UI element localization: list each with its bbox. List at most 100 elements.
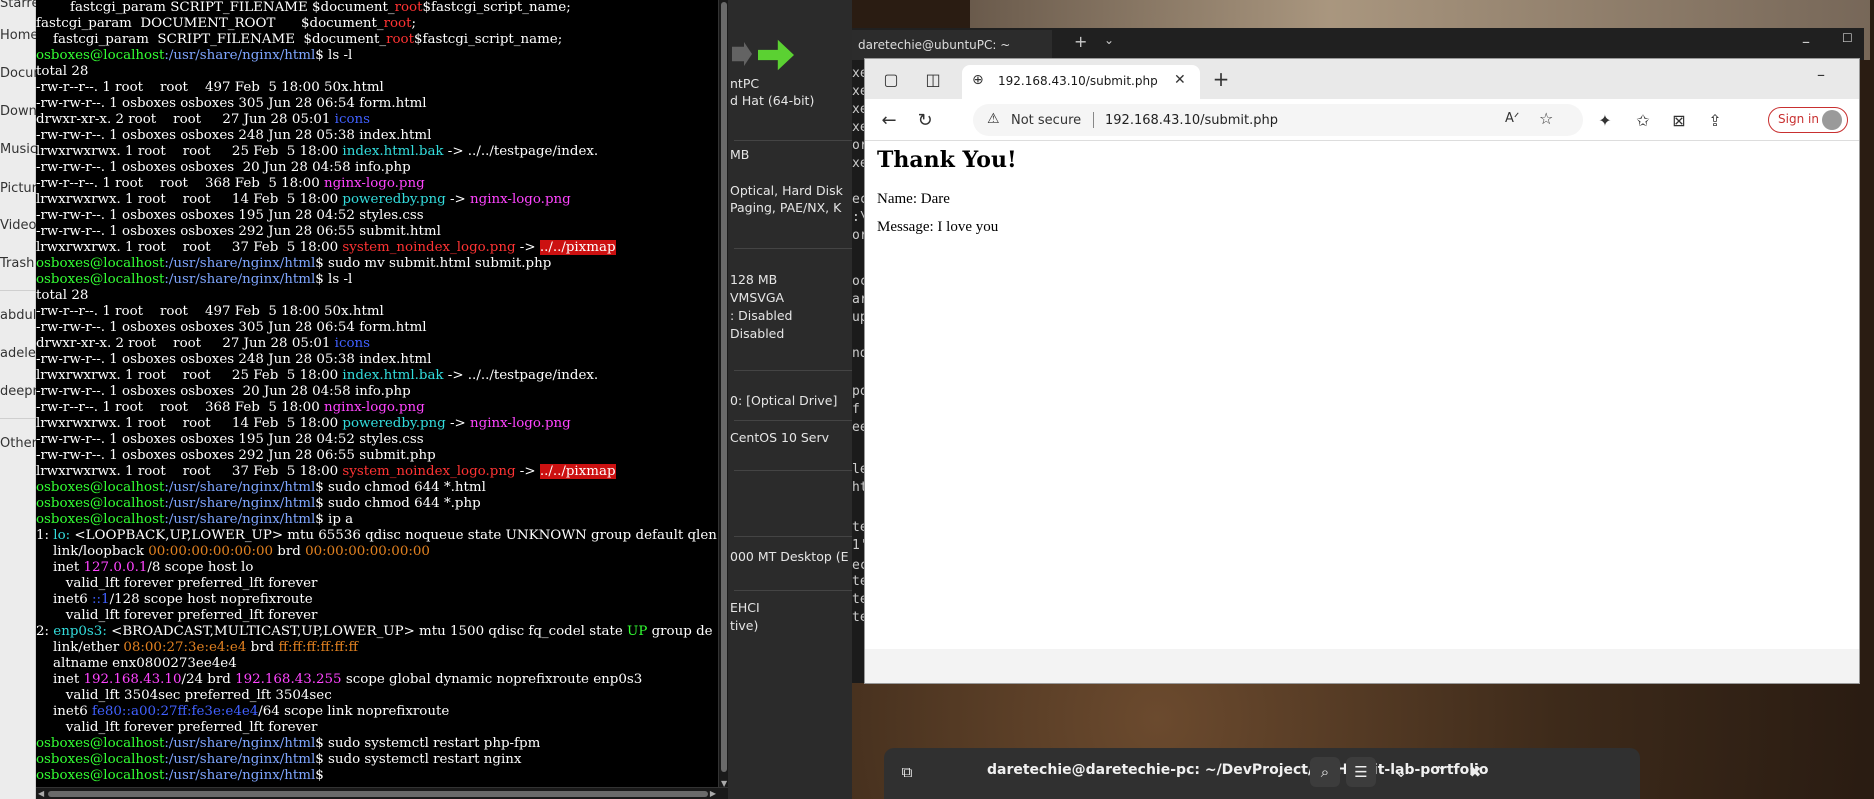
terminal-text: $ sudo chmod 644 *.html [315,480,486,495]
sidebar-item-trash[interactable]: Trash [0,256,34,271]
new-tab-icon[interactable]: + [1209,67,1233,91]
terminal-titlebar-window[interactable]: ⧉ daretechie@daretechie-pc: ~/DevProject… [884,748,1640,799]
terminal-text: 08:00:27:3e:e4:e4 [123,640,247,655]
terminal-text: 00:00:00:00:00:00 [305,544,430,559]
terminal-text: $ ls -l [315,272,353,287]
terminal-vertical-scrollbar[interactable]: ▲ ▼ [718,0,728,790]
minimize-icon[interactable]: – [1802,34,1810,50]
section-divider [734,140,852,141]
new-tab-icon[interactable]: ⧉ [892,757,922,787]
terminal-text: :/usr/share/nginx/html [164,256,316,271]
terminal-text: osboxes@localhost [36,752,165,767]
terminal-text: $ sudo chmod 644 *.php [315,496,481,511]
terminal-line: lrwxrwxrwx. 1 root root 14 Feb 5 18:00 p… [36,192,722,208]
sidebar-item-bookmark[interactable]: abdul [0,308,36,323]
sidebar-item-bookmark[interactable]: adelel [0,346,39,361]
chevron-down-icon[interactable]: ⌄ [1104,34,1114,46]
terminal-text: total 28 [36,288,89,303]
menu-icon[interactable]: ☰ [1346,757,1376,787]
terminal-text: icons [334,112,371,127]
terminal-text: :/usr/share/nginx/html [164,512,316,527]
terminal-line: -rw-rw-r--. 1 osboxes osboxes 248 Jun 28… [36,128,722,144]
not-secure-label[interactable]: Not secure [1011,113,1081,128]
tab-submit-php[interactable]: ⊕ 192.168.43.10/submit.php ✕ [962,65,1200,99]
sidebar-item-bookmark[interactable]: deepr [0,384,38,399]
terminal-line: -rw-rw-r--. 1 osboxes osboxes 292 Jun 28… [36,448,722,464]
terminal-text: poweredby.png [342,192,446,207]
terminal-text: -> [445,416,470,431]
sidebar-item-starred[interactable]: Starre [0,0,40,11]
address-bar[interactable]: ⚠ Not secure 192.168.43.10/submit.php Aᐟ… [973,104,1583,136]
close-icon[interactable]: ✖ [1460,757,1490,787]
back-icon[interactable]: ← [877,108,901,132]
minimize-icon[interactable]: – [1817,67,1825,83]
terminal-text: $ sudo systemctl restart nginx [315,752,522,767]
sidebar-item-music[interactable]: Music [0,142,37,157]
terminal-text: -rw-r--r--. 1 root root 497 Feb 5 18:00 … [36,80,384,95]
search-icon[interactable]: ⌕ [1310,757,1340,787]
terminal-text: -> [515,240,540,255]
read-aloud-icon[interactable]: Aᐟ [1505,112,1519,125]
terminal-line: inet6 ::1/128 scope host noprefixroute [36,592,722,608]
sidebar-item-videos[interactable]: Video [0,218,36,233]
terminal-line: total 28 [36,288,722,304]
scroll-right-arrow-icon[interactable]: ▶ [710,789,716,798]
terminal-output[interactable]: fastcgi_param SCRIPT_FILENAME $document_… [36,0,722,782]
close-tab-icon[interactable]: ✕ [1174,73,1186,87]
terminal-line: inet 192.168.43.10/24 brd 192.168.43.255… [36,672,722,688]
terminal-text: lrwxrwxrwx. 1 root root 37 Feb 5 18:00 [36,240,343,255]
terminal-line: inet 127.0.0.1/8 scope host lo [36,560,722,576]
terminal-text: index.html.bak [342,144,444,159]
terminal-text: UP [627,624,648,639]
url-text[interactable]: 192.168.43.10/submit.php [1105,113,1278,128]
warning-icon[interactable]: ⚠ [987,112,1000,126]
terminal-text: root [386,32,414,47]
chevron-up-icon[interactable]: ⌃ [1424,757,1454,787]
chevron-down-icon[interactable]: ⌄ [1386,757,1416,787]
sidebar-item-home[interactable]: Home [0,28,38,43]
screenshot-icon[interactable]: ⊠ [1667,108,1691,132]
terminal-text: -rw-rw-r--. 1 osboxes osboxes 195 Jun 28… [36,208,424,223]
scroll-left-arrow-icon[interactable]: ◀ [38,789,44,798]
extensions-icon[interactable]: ✦ [1593,108,1617,132]
terminal-text: index.html.bak [342,368,444,383]
scrollbar-thumb[interactable] [48,791,708,797]
sidebar-item-pictures[interactable]: Pictur [0,181,37,196]
maximize-icon[interactable]: ☐ [1842,32,1853,44]
share-icon[interactable]: ⇪ [1703,108,1727,132]
settings-arrow-icon[interactable] [732,42,752,66]
new-tab-icon[interactable]: + [1074,34,1087,50]
sidebar-item-downloads[interactable]: Down [0,104,37,119]
terminal-window[interactable]: fastcgi_param SCRIPT_FILENAME $document_… [36,0,728,799]
terminal-text: icons [334,336,371,351]
terminal-line: drwxr-xr-x. 2 root root 27 Jun 28 05:01 … [36,112,722,128]
terminal-line: -rw-r--r--. 1 root root 368 Feb 5 18:00 … [36,176,722,192]
sign-in-button[interactable]: Sign in [1768,107,1848,133]
terminal-text: inet6 [36,592,93,607]
terminal-line: -rw-rw-r--. 1 osboxes osboxes 292 Jun 28… [36,224,722,240]
section-divider [734,470,852,471]
workspaces-icon[interactable]: ▢ [879,67,903,91]
sidebar-divider [0,418,36,419]
terminal-text: -rw-rw-r--. 1 osboxes osboxes 248 Jun 28… [36,128,432,143]
favorites-icon[interactable]: ✩ [1631,108,1655,132]
terminal-text: $ sudo mv submit.html submit.php [315,256,552,271]
terminal-text: 00:00:00:00:00:00 [148,544,274,559]
start-vm-icon[interactable] [758,39,794,71]
refresh-icon[interactable]: ↻ [913,108,937,132]
sidebar-item-other-locations[interactable]: Other [0,436,37,451]
terminal-line: lrwxrwxrwx. 1 root root 37 Feb 5 18:00 s… [36,464,722,480]
terminal-text: osboxes@localhost [36,768,165,782]
terminal-text: 2: [36,624,54,639]
terminal-text: -rw-rw-r--. 1 osboxes osboxes 20 Jun 28 … [36,160,411,175]
section-divider [734,248,852,249]
terminal-tab[interactable]: daretechie@ubuntuPC: ~ [852,30,1052,60]
favorite-star-icon[interactable]: ☆ [1539,111,1553,127]
terminal-text: osboxes@localhost [36,496,165,511]
scrollbar-thumb[interactable] [721,2,727,772]
terminal-horizontal-scrollbar[interactable]: ◀ ▶ [36,787,728,799]
terminal-text: $ [315,768,329,782]
terminal-text: -> [515,464,540,479]
terminal-text: lrwxrwxrwx. 1 root root 37 Feb 5 18:00 [36,464,343,479]
vertical-tabs-icon[interactable]: ◫ [921,67,945,91]
